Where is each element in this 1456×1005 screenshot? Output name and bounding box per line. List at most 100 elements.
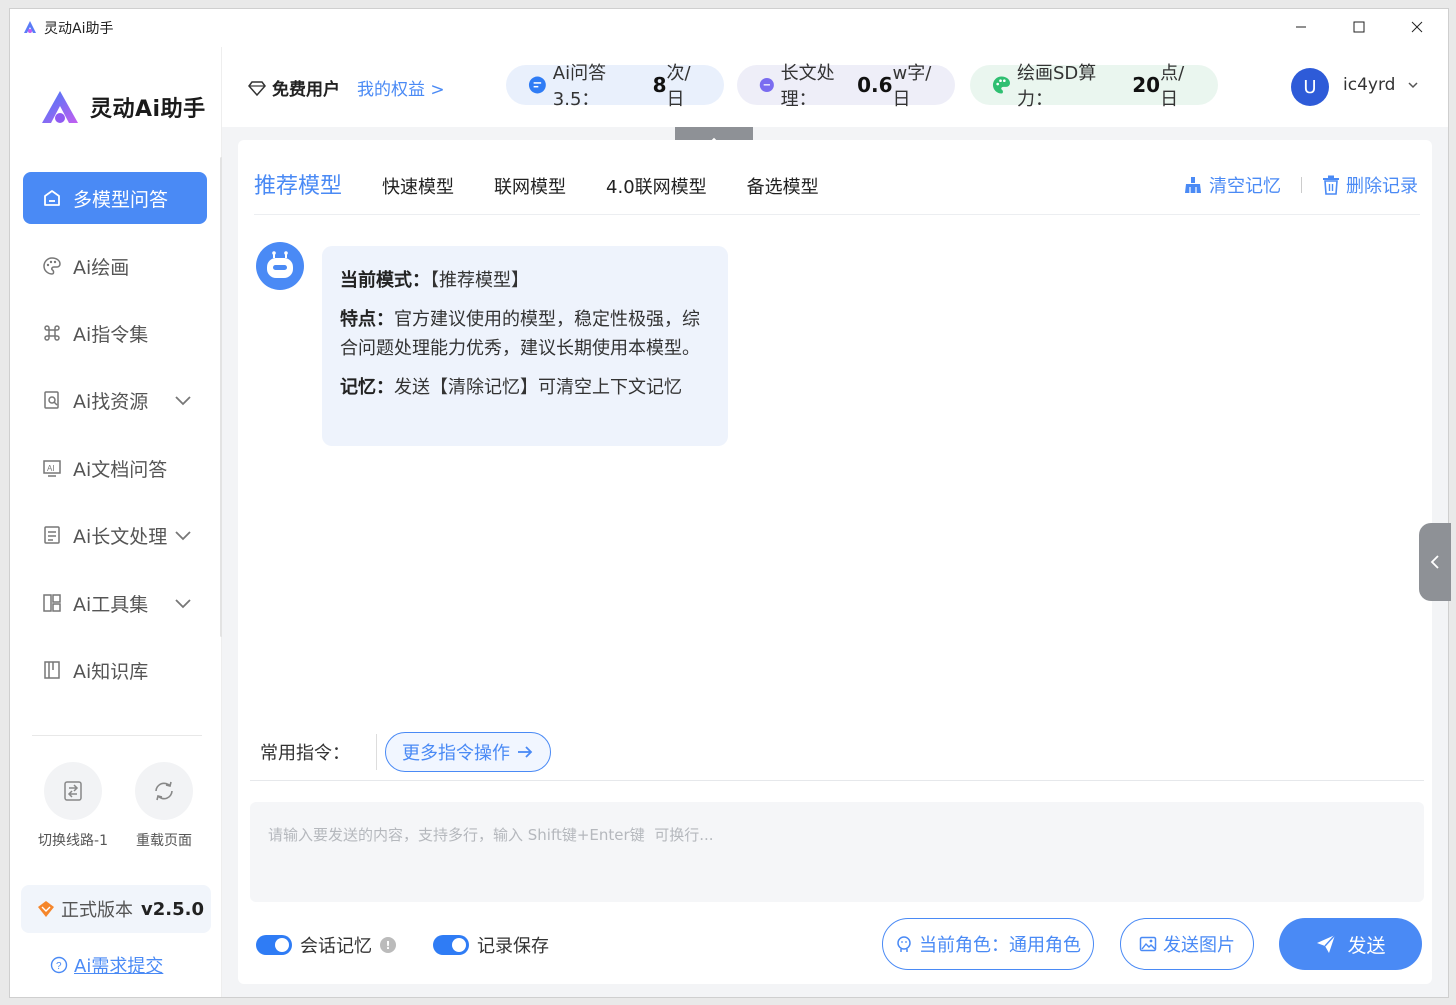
tab-backup-model[interactable]: 备选模型 xyxy=(747,173,819,199)
app-logo-icon xyxy=(24,21,36,33)
common-commands-label: 常用指令： xyxy=(260,743,350,764)
book-icon xyxy=(41,659,63,681)
quota-value: 20 xyxy=(1132,73,1161,97)
chevron-down-icon xyxy=(175,531,191,541)
send-image-button[interactable]: 发送图片 xyxy=(1120,918,1254,970)
tab-online-model[interactable]: 联网模型 xyxy=(494,173,566,199)
clear-memory-label: 清空记忆 xyxy=(1209,176,1281,197)
feature-label: 特点： xyxy=(340,309,394,330)
tab-recommended-model[interactable]: 推荐模型 xyxy=(254,168,342,200)
delete-records-button[interactable]: 删除记录 xyxy=(1322,172,1418,198)
ai-doc-icon: AI xyxy=(41,457,63,479)
quota-unit: 次/日 xyxy=(666,63,691,110)
session-memory-toggle[interactable] xyxy=(256,935,292,955)
diamond-outline-icon xyxy=(248,80,266,96)
clear-memory-button[interactable]: 清空记忆 xyxy=(1183,172,1281,198)
input-divider xyxy=(250,780,1424,781)
broom-icon xyxy=(1185,177,1201,193)
sidebar-item-label: 多模型问答 xyxy=(73,188,169,211)
quota-label: 绘画SD算力： xyxy=(1016,63,1097,110)
mode-label: 当前模式： xyxy=(340,270,430,291)
diamond-icon xyxy=(38,901,54,917)
current-role-button[interactable]: 当前角色：通用角色 xyxy=(882,918,1094,970)
grid-icon xyxy=(41,592,63,614)
sidebar-item-ai-commands[interactable]: Ai指令集 xyxy=(23,307,207,359)
reload-page-label: 重载页面 xyxy=(136,833,192,849)
palette-icon xyxy=(992,76,1011,94)
help-circle-icon: ? xyxy=(50,956,68,974)
version-label: 正式版本 xyxy=(61,900,133,921)
minimize-button[interactable] xyxy=(1272,9,1330,45)
command-icon xyxy=(41,322,63,344)
brand-logo-icon xyxy=(42,91,78,123)
session-memory-label: 会话记忆 xyxy=(300,936,372,957)
sidebar-item-label: Ai找资源 xyxy=(73,390,149,413)
record-save-toggle-group: 记录保存 xyxy=(433,932,549,958)
bot-avatar xyxy=(256,242,304,290)
my-rights-link[interactable]: 我的权益 > xyxy=(357,75,445,100)
trash-icon xyxy=(1323,175,1339,195)
user-menu[interactable]: ic4yrd xyxy=(1343,75,1419,95)
right-panel-handle[interactable] xyxy=(1419,523,1451,601)
chat-panel: 推荐模型 快速模型 联网模型 4.0联网模型 备选模型 清空记忆 删除记录 当前… xyxy=(238,140,1432,984)
bot-message: 当前模式：【推荐模型】 特点：官方建议使用的模型，稳定性极强，综合问题处理能力优… xyxy=(322,246,728,446)
tabs-divider xyxy=(254,214,1420,215)
sidebar-item-label: Ai绘画 xyxy=(73,256,130,279)
palette-icon xyxy=(41,255,63,277)
sidebar-item-ai-doc-qa[interactable]: AI Ai文档问答 xyxy=(23,442,207,494)
sidebar-item-ai-drawing[interactable]: Ai绘画 xyxy=(23,240,207,292)
minimize-icon xyxy=(1296,26,1306,28)
chevron-down-icon xyxy=(175,599,191,609)
quota-unit: 点/日 xyxy=(1160,63,1185,110)
quota-label: Ai问答3.5： xyxy=(552,63,607,110)
tab-fast-model[interactable]: 快速模型 xyxy=(382,173,454,199)
sidebar-item-label: Ai指令集 xyxy=(73,323,149,346)
memory-label: 记忆： xyxy=(340,377,394,398)
mode-value: 【推荐模型】 xyxy=(430,270,529,291)
feedback-label: Ai需求提交 xyxy=(74,956,164,977)
more-commands-label: 更多指令操作 xyxy=(402,743,510,764)
sidebar-item-ai-knowledge-base[interactable]: Ai知识库 xyxy=(23,644,207,696)
maximize-button[interactable] xyxy=(1330,9,1388,45)
sidebar-divider xyxy=(32,735,202,736)
chat-actions: 清空记忆 删除记录 xyxy=(1183,172,1418,198)
commands-divider xyxy=(376,734,377,770)
sidebar-item-ai-find-resources[interactable]: Ai找资源 xyxy=(23,374,207,426)
app-window: 灵动Ai助手 灵动Ai助手 多模型问答 Ai绘画 Ai指令集 Ai找资源 AI … xyxy=(9,8,1451,998)
chat-icon xyxy=(41,187,63,209)
sidebar-item-ai-tools[interactable]: Ai工具集 xyxy=(23,577,207,629)
switch-line-button[interactable]: 切换线路-1 xyxy=(33,762,113,850)
more-commands-button[interactable]: 更多指令操作 xyxy=(385,732,551,772)
message-input[interactable] xyxy=(250,802,1424,902)
info-icon[interactable]: ! xyxy=(380,937,396,953)
chevron-left-icon xyxy=(1430,555,1439,569)
tab-gpt4-online-model[interactable]: 4.0联网模型 xyxy=(606,173,707,199)
send-button[interactable]: 发送 xyxy=(1279,918,1422,970)
arrow-right-icon xyxy=(518,746,533,758)
close-button[interactable] xyxy=(1388,9,1446,45)
close-icon xyxy=(1411,21,1423,33)
paper-plane-icon xyxy=(1317,934,1337,953)
record-save-label: 记录保存 xyxy=(477,936,549,957)
feedback-link[interactable]: ? Ai需求提交 xyxy=(50,952,163,978)
record-save-toggle[interactable] xyxy=(433,935,469,955)
quota-label: 长文处理： xyxy=(780,63,835,110)
sidebar-item-label: Ai文档问答 xyxy=(73,458,168,481)
sidebar-item-multi-model-qa[interactable]: 多模型问答 xyxy=(23,172,207,224)
sidebar-item-ai-long-text[interactable]: Ai长文处理 xyxy=(23,509,207,561)
reload-page-button[interactable]: 重载页面 xyxy=(124,762,204,850)
actions-divider xyxy=(1301,177,1302,193)
version-badge: 正式版本 v2.5.0 xyxy=(21,885,211,933)
mode-line: 当前模式：【推荐模型】 xyxy=(340,266,710,295)
chevron-down-icon xyxy=(1408,82,1418,89)
reload-icon xyxy=(135,762,193,820)
delete-records-label: 删除记录 xyxy=(1346,176,1418,197)
robot-icon xyxy=(267,251,293,278)
brand: 灵动Ai助手 xyxy=(38,87,206,127)
common-commands: 常用指令： 更多指令操作 xyxy=(260,732,551,772)
avatar[interactable]: U xyxy=(1291,68,1329,106)
sidebar-item-label: Ai知识库 xyxy=(73,660,149,683)
quota-sd-drawing: 绘画SD算力： 20 点/日 xyxy=(970,63,1218,110)
feature-line: 特点：官方建议使用的模型，稳定性极强，综合问题处理能力优秀，建议长期使用本模型。 xyxy=(340,305,710,363)
svg-text:AI: AI xyxy=(47,464,55,473)
